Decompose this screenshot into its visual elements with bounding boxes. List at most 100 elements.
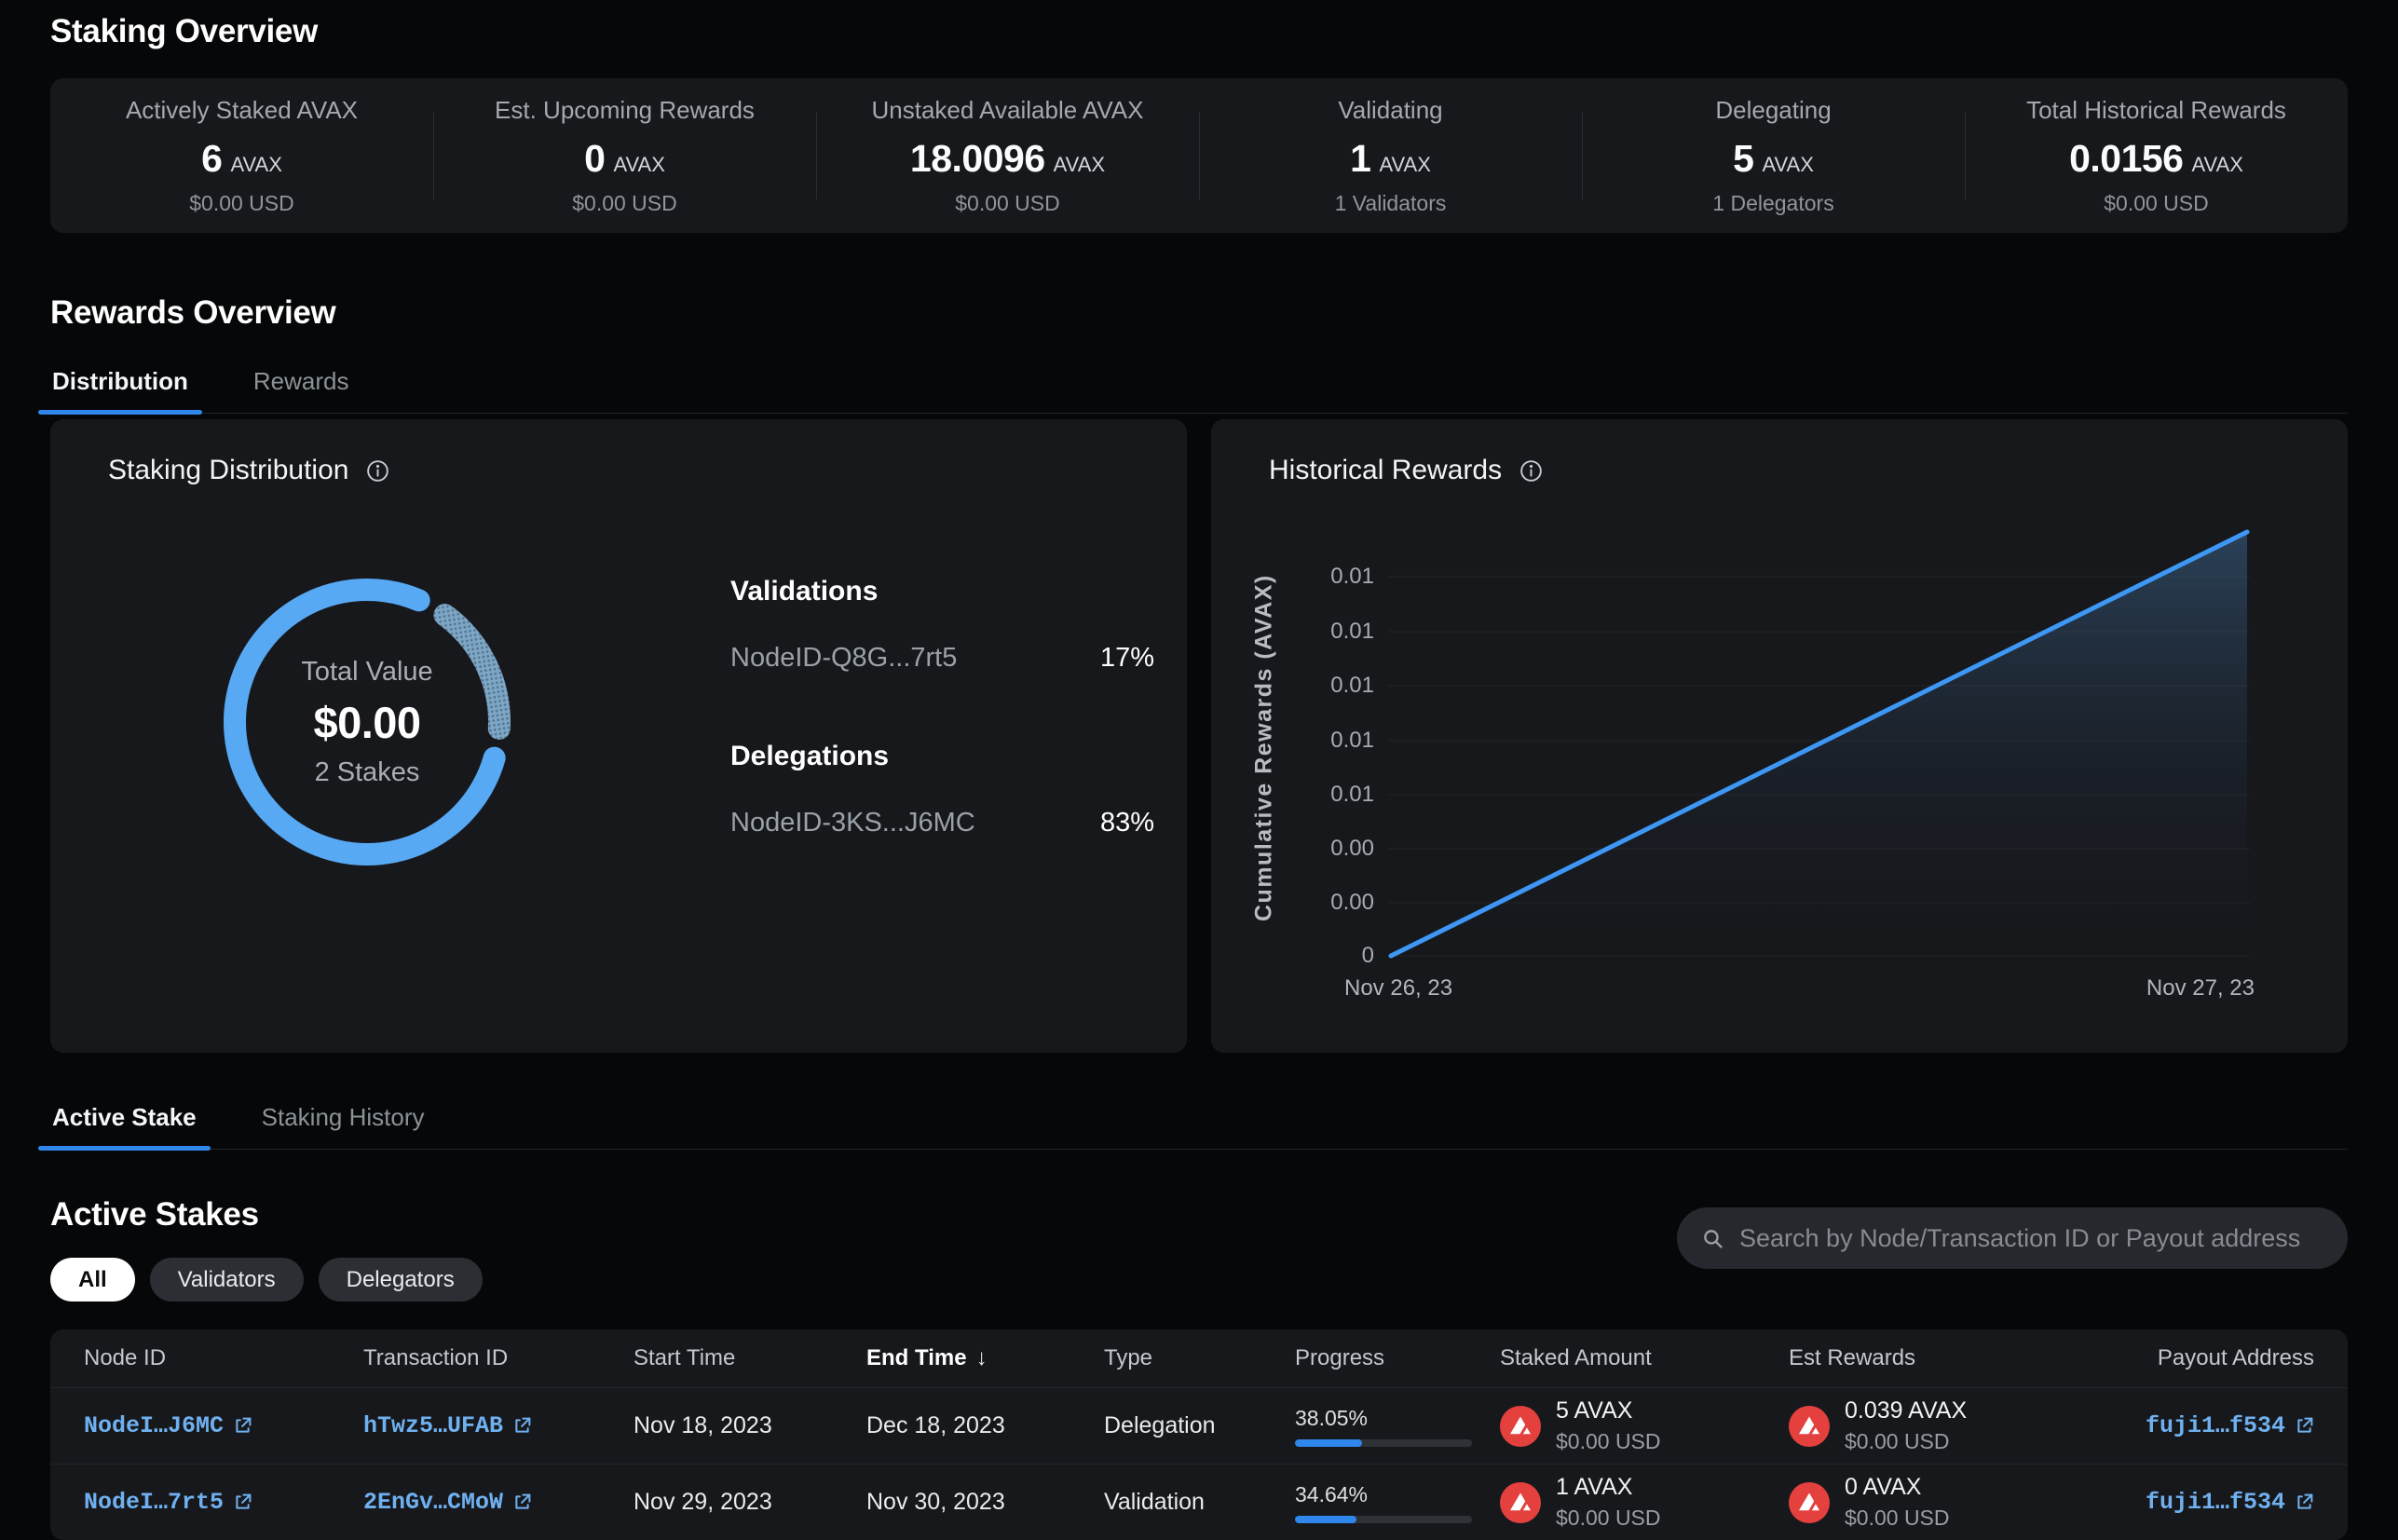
x-tick-end: Nov 27, 23 [2146,975,2255,1002]
external-link-icon [233,1416,252,1436]
tab-distribution[interactable]: Distribution [50,360,190,413]
validations-percent: 17% [1100,643,1154,674]
delegations-group: Delegations NodeID-3KS...J6MC 83% [730,741,1154,838]
active-stakes-header: Active Stakes All Validators Delegators [50,1196,2348,1302]
tab-staking-history[interactable]: Staking History [260,1096,427,1149]
delegations-heading: Delegations [730,741,1154,772]
external-link-icon [512,1416,532,1436]
external-link-icon [2295,1416,2314,1436]
header-transaction-id: Transaction ID [363,1345,634,1371]
validations-row: NodeID-Q8G...7rt5 17% [730,643,1154,674]
header-progress: Progress [1295,1345,1500,1371]
stat-sub: $0.00 USD [189,191,294,216]
transaction-id-link[interactable]: 2EnGv…CMoW [363,1489,532,1516]
header-start-time: Start Time [634,1345,866,1371]
rewards-overview-tabbar: Distribution Rewards [50,360,2348,414]
transaction-id-link[interactable]: hTwz5…UFAB [363,1412,532,1439]
progress-percent: 38.05% [1295,1406,1500,1431]
staked-amount-cell: 1 AVAX$0.00 USD [1500,1474,1789,1531]
header-end-time-sort[interactable]: End Time ↓ [866,1345,1104,1371]
node-id-link[interactable]: NodeI…J6MC [84,1412,252,1439]
node-id-text: NodeI…7rt5 [84,1489,224,1516]
end-time: Nov 30, 2023 [866,1489,1104,1516]
tab-rewards[interactable]: Rewards [252,360,351,413]
info-icon[interactable] [1519,458,1544,484]
stat-label: Unstaked Available AVAX [872,96,1144,125]
start-time: Nov 29, 2023 [634,1489,866,1516]
payout-address-link[interactable]: fuji1…f534 [2146,1412,2314,1439]
start-time: Nov 18, 2023 [634,1412,866,1439]
search-input[interactable] [1739,1224,2323,1253]
distribution-legend: Validations NodeID-Q8G...7rt5 17% Delega… [730,576,1154,838]
header-end-time-label: End Time [866,1345,967,1371]
filter-validators[interactable]: Validators [150,1258,304,1302]
tab-active-stake[interactable]: Active Stake [50,1096,198,1149]
staked-usd: $0.00 USD [1556,1506,1661,1531]
est-rewards-usd: $0.00 USD [1845,1506,1950,1531]
filter-all[interactable]: All [50,1258,135,1302]
progress-percent: 34.64% [1295,1482,1500,1507]
progress-bar [1295,1516,1472,1523]
sort-desc-icon: ↓ [976,1345,988,1371]
stat-total-historical-rewards: Total Historical Rewards 0.0156AVAX $0.0… [1965,78,2348,233]
est-rewards-cell: 0 AVAX $0.00 USD [1789,1474,2078,1531]
stat-label: Delegating [1715,96,1831,125]
stat-value: 18.0096 [910,137,1045,181]
filter-delegators[interactable]: Delegators [319,1258,483,1302]
avax-token-icon [1789,1406,1830,1447]
stat-actively-staked: Actively Staked AVAX 6AVAX $0.00 USD [50,78,433,233]
payout-address-link[interactable]: fuji1…f534 [2146,1489,2314,1516]
stat-value: 5 [1733,137,1753,181]
avax-token-icon [1789,1482,1830,1523]
header-payout-address: Payout Address [2078,1345,2314,1371]
end-time: Dec 18, 2023 [866,1412,1104,1439]
search-bar[interactable] [1677,1207,2348,1269]
stake-type: Validation [1104,1489,1295,1516]
stat-value: 1 [1350,137,1370,181]
avax-token-icon [1500,1482,1541,1523]
stat-label: Actively Staked AVAX [126,96,358,125]
stat-label: Est. Upcoming Rewards [495,96,755,125]
staking-distribution-card: Staking Distribution [50,419,1187,1053]
staking-dashboard: Staking Overview Actively Staked AVAX 6A… [0,0,2398,1540]
external-link-icon [2295,1492,2314,1512]
est-rewards: 0 AVAX [1845,1474,1950,1501]
y-tick: 0 [1267,943,1374,969]
stake-tabbar: Active Stake Staking History [50,1096,2348,1150]
y-tick: 0.01 [1267,619,1374,645]
historical-rewards-title: Historical Rewards [1269,455,1502,486]
stat-sub: 1 Validators [1335,191,1447,216]
external-link-icon [512,1492,532,1512]
payout-address-text: fuji1…f534 [2146,1489,2285,1516]
stat-unstaked-available: Unstaked Available AVAX 18.0096AVAX $0.0… [816,78,1199,233]
y-tick: 0.01 [1267,673,1374,699]
x-tick-start: Nov 26, 23 [1344,975,1452,1002]
historical-rewards-line-chart [1388,526,2250,964]
donut-center-label: Total Value [301,657,432,688]
y-tick: 0.00 [1267,890,1374,916]
stat-validating: Validating 1AVAX 1 Validators [1199,78,1582,233]
payout-address-text: fuji1…f534 [2146,1412,2285,1439]
stat-unit: AVAX [1379,153,1430,177]
stat-unit: AVAX [613,153,664,177]
node-id-text: NodeI…J6MC [84,1412,224,1439]
y-tick: 0.00 [1267,836,1374,862]
active-stakes-table: Node ID Transaction ID Start Time End Ti… [50,1329,2348,1540]
donut-center-value: $0.00 [313,697,420,748]
transaction-id-text: 2EnGv…CMoW [363,1489,503,1516]
table-row: NodeI…7rt5 2EnGv…CMoW Nov 29, 2023 Nov 3… [50,1464,2348,1540]
stat-sub: 1 Delegators [1712,191,1833,216]
header-type: Type [1104,1345,1295,1371]
header-staked-amount: Staked Amount [1500,1345,1789,1371]
stat-label: Total Historical Rewards [2026,96,2286,125]
info-icon[interactable] [365,458,390,484]
delegations-row: NodeID-3KS...J6MC 83% [730,808,1154,838]
node-id-link[interactable]: NodeI…7rt5 [84,1489,252,1516]
page-title: Staking Overview [50,13,2348,50]
y-tick: 0.01 [1267,782,1374,808]
stat-value: 0 [584,137,605,181]
est-rewards-usd: $0.00 USD [1845,1429,1967,1454]
stat-delegating: Delegating 5AVAX 1 Delegators [1582,78,1965,233]
stat-sub: $0.00 USD [955,191,1060,216]
header-est-rewards: Est Rewards [1789,1345,2078,1371]
